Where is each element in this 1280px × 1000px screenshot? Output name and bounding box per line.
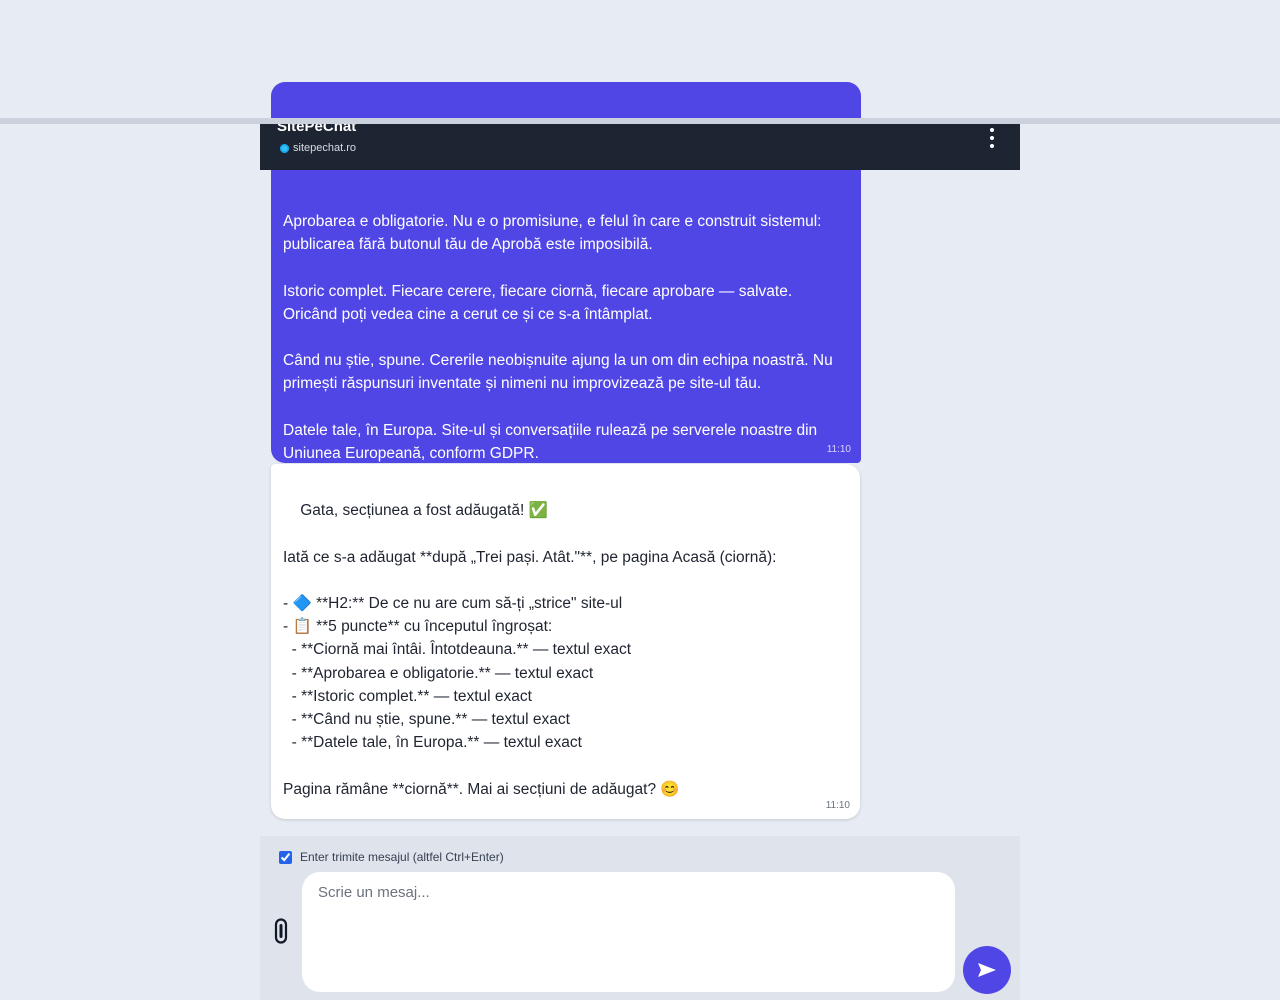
globe-icon — [280, 143, 289, 153]
bot-message-time: 11:10 — [825, 800, 850, 811]
paperclip-icon[interactable] — [274, 918, 288, 944]
user-message-time: 11:10 — [826, 444, 851, 455]
site-domain: sitepechat.ro — [280, 141, 356, 155]
composer: Enter trimite mesajul (altfel Ctrl+Enter… — [260, 836, 1020, 1000]
site-domain-label: sitepechat.ro — [293, 142, 356, 154]
send-icon — [978, 963, 996, 977]
site-title: SitePeChat — [277, 124, 357, 135]
user-message-text: Folosește textul EXACT cum ți-l dau, făr… — [283, 120, 842, 463]
message-input[interactable] — [302, 872, 955, 992]
more-vertical-icon[interactable] — [986, 128, 998, 148]
enter-sends-label: Enter trimite mesajul (altfel Ctrl+Enter… — [300, 850, 504, 864]
send-button[interactable] — [963, 946, 1011, 994]
chat-header: SitePeChat sitepechat.ro — [260, 124, 1020, 170]
bot-message-text: Gata, secțiunea a fost adăugată! ✅ Iată … — [283, 502, 777, 798]
bot-message: Gata, secțiunea a fost adăugată! ✅ Iată … — [271, 464, 860, 819]
enter-sends-toggle[interactable]: Enter trimite mesajul (altfel Ctrl+Enter… — [279, 850, 504, 864]
enter-sends-checkbox[interactable] — [279, 850, 292, 864]
